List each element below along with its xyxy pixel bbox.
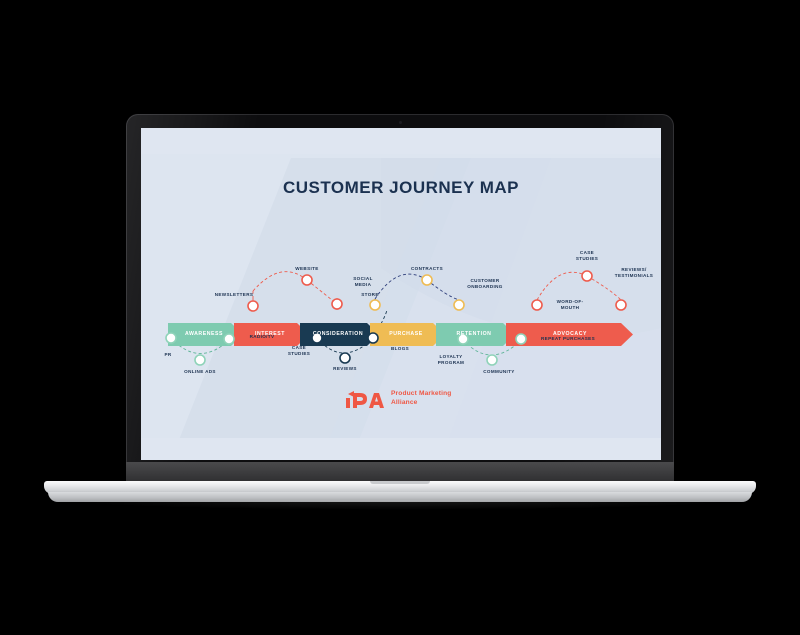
touchpoint-label-loyalty-program: LOYALTY PROGRAM	[437, 354, 465, 365]
touchpoint-node	[615, 299, 627, 311]
touchpoint-label-repeat-purchases: REPEAT PURCHASES	[540, 336, 595, 341]
touchpoint-label-website: WEBSITE	[295, 266, 319, 271]
touchpoint-node	[331, 298, 343, 310]
pma-logo: Product Marketing Alliance	[345, 388, 485, 414]
touchpoint-label-reviews: REVIEWS	[333, 366, 357, 371]
touchpoint-node	[301, 274, 313, 286]
touchpoint-node	[247, 300, 259, 312]
stage-label-retention: RETENTION	[456, 331, 492, 337]
laptop-base-shadow	[60, 500, 740, 510]
touchpoint-node	[531, 299, 543, 311]
laptop-screen: CUSTOMER JOURNEY MAP AWARENESS INTEREST …	[141, 128, 661, 460]
touchpoint-node	[581, 270, 593, 282]
pma-logo-text: Product Marketing Alliance	[391, 390, 451, 407]
touchpoint-node	[421, 274, 433, 286]
touchpoint-node	[369, 299, 381, 311]
slide-canvas: CUSTOMER JOURNEY MAP AWARENESS INTEREST …	[141, 128, 661, 460]
stage-label-purchase: PURCHASE	[389, 331, 423, 337]
stage-label-consideration: CONSIDERATION	[312, 331, 364, 337]
touchpoint-label-pr: PR	[164, 352, 172, 357]
touchpoint-node	[339, 352, 351, 364]
touchpoint-label-online-ads: ONLINE ADS	[184, 369, 216, 374]
pma-logo-line2: Alliance	[391, 398, 418, 406]
touchpoint-node	[194, 354, 206, 366]
stage-label-awareness: AWARENESS	[184, 331, 224, 337]
touchpoint-label-case-studies-top: CASE STUDIES	[575, 250, 599, 261]
touchpoint-label-radio-tv: RADIO/TV	[249, 334, 275, 339]
touchpoint-label-store: STORE	[361, 292, 379, 297]
touchpoint-label-blogs: BLOGS	[390, 346, 410, 351]
touchpoint-label-social-media: SOCIAL MEDIA	[353, 276, 373, 287]
touchpoint-label-case-studies-bottom: CASE STUDIES	[287, 345, 311, 356]
touchpoint-label-customer-onboarding: CUSTOMER ONBOARDING	[467, 278, 503, 289]
pma-logo-mark	[346, 391, 384, 408]
touchpoint-label-contracts: CONTRACTS	[411, 266, 443, 271]
touchpoint-node	[486, 354, 498, 366]
laptop-base-notch	[370, 481, 430, 484]
webcam-icon	[398, 121, 402, 124]
laptop-device: CUSTOMER JOURNEY MAP AWARENESS INTEREST …	[0, 0, 800, 635]
touchpoint-label-word-of-mouth: WORD-OF- MOUTH	[556, 299, 584, 310]
touchpoint-label-reviews-testimonials: REVIEWS/ TESTIMONIALS	[614, 267, 654, 278]
pma-logo-line1: Product Marketing	[391, 390, 452, 397]
touchpoint-label-community: COMMUNITY	[483, 369, 515, 374]
touchpoint-label-newsletters: NEWSLETTERS	[214, 292, 254, 297]
touchpoint-node	[453, 299, 465, 311]
